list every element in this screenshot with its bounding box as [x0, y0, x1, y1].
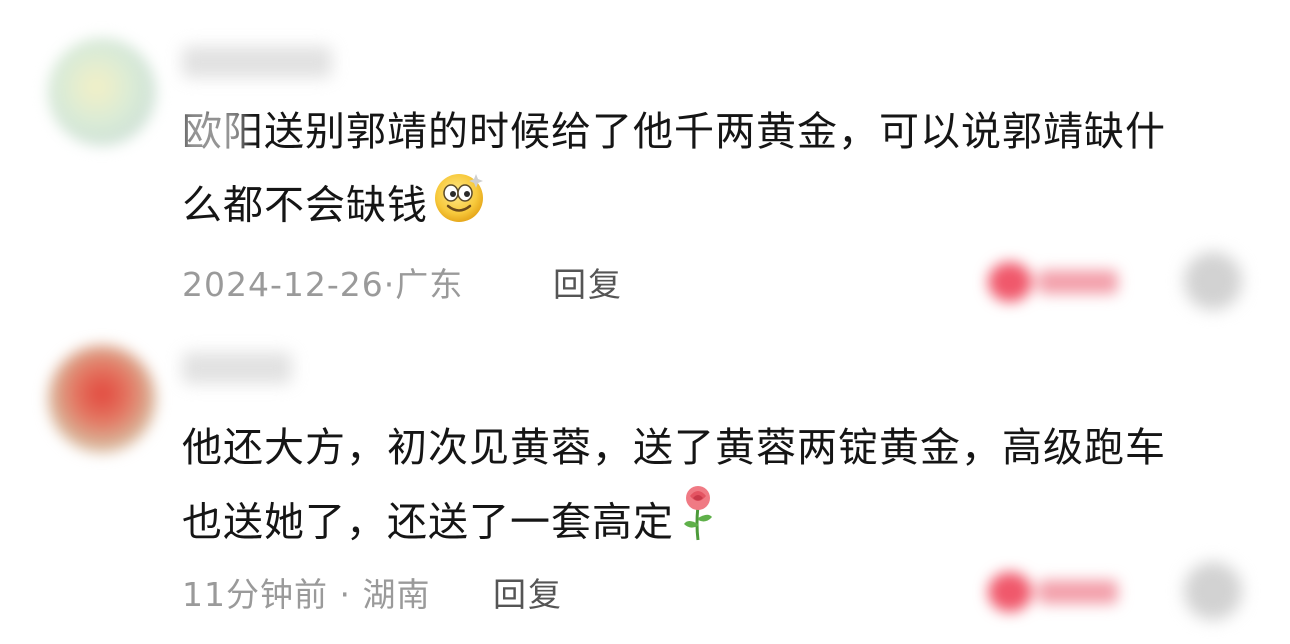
- heart-icon: [988, 572, 1032, 612]
- comment-text-segment: 也送她了，还送了一套高定: [182, 499, 674, 546]
- comment-text: 他还大方，初次见黄蓉，送了黄蓉两锭黄金，高级跑车 也送她了，还送了一套高定: [182, 412, 1242, 565]
- comment-text-line: 么都不会缺钱: [182, 168, 1242, 247]
- like-count-blurred: [1038, 270, 1118, 294]
- comment-text-line: 也送她了，还送了一套高定: [182, 484, 1242, 565]
- avatar[interactable]: [48, 345, 156, 453]
- username-blurred[interactable]: [182, 352, 292, 384]
- avatar[interactable]: [48, 38, 156, 146]
- comment-item: 他还大方，初次见黄蓉，送了黄蓉两锭黄金，高级跑车 也送她了，还送了一套高定 11…: [0, 322, 1290, 644]
- comment-text: 欧阳送别郭靖的时候给了他千两黄金，可以说郭靖缺什 么都不会缺钱: [182, 96, 1242, 247]
- comment-text-segment: 么都不会缺钱: [182, 182, 428, 229]
- comment-meta: 2024-12-26·广东: [182, 265, 464, 304]
- smile-emoji-icon: [432, 168, 488, 247]
- dislike-icon[interactable]: [1184, 562, 1242, 620]
- like-count-blurred: [1038, 580, 1118, 604]
- comment-text-line: 欧阳送别郭靖的时候给了他千两黄金，可以说郭靖缺什: [182, 109, 1166, 155]
- dislike-icon[interactable]: [1184, 252, 1242, 310]
- comment-meta: 11分钟前 · 湖南: [182, 575, 431, 614]
- blurred-text-mask: [182, 108, 244, 158]
- like-button[interactable]: [988, 572, 1122, 612]
- reply-button[interactable]: 回复: [553, 258, 623, 306]
- username-blurred[interactable]: [182, 46, 332, 78]
- comment-item: 欧阳送别郭靖的时候给了他千两黄金，可以说郭靖缺什 么都不会缺钱 2024-12-…: [0, 0, 1290, 322]
- heart-icon: [988, 262, 1032, 302]
- reply-button[interactable]: 回复: [493, 568, 563, 616]
- rose-emoji-icon: [678, 484, 718, 565]
- like-button[interactable]: [988, 262, 1122, 302]
- comment-text-line: 他还大方，初次见黄蓉，送了黄蓉两锭黄金，高级跑车: [182, 425, 1166, 471]
